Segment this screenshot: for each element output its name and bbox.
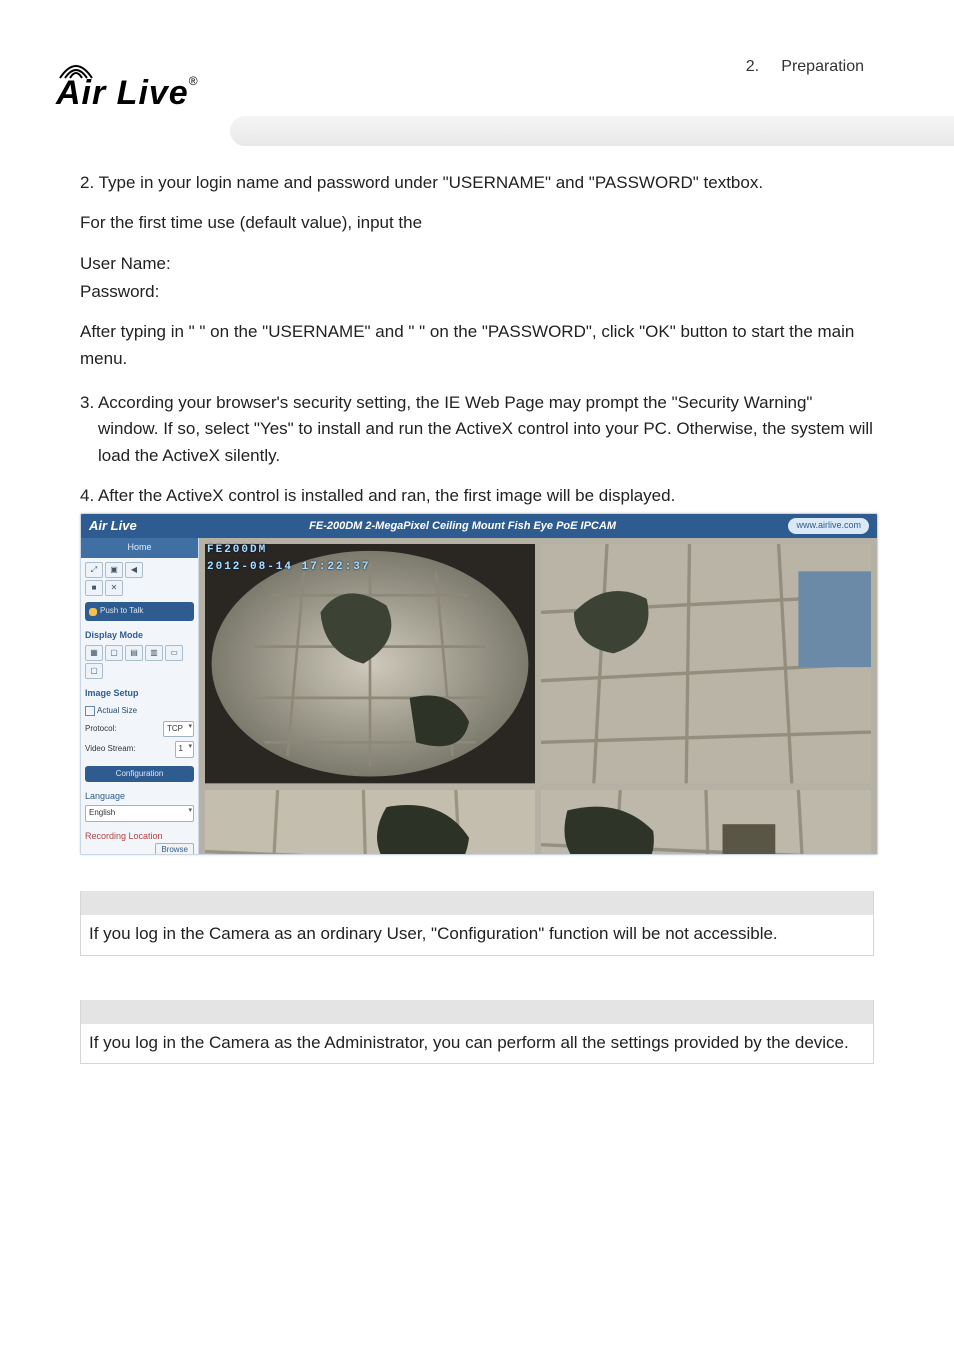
app-url[interactable]: www.airlive.com [788, 518, 869, 534]
video-pane-1[interactable] [205, 544, 535, 783]
admin-note-text: If you log in the Camera as the Administ… [81, 1024, 873, 1064]
chapter-title: Preparation [781, 58, 864, 75]
view-mode-4[interactable]: ▥ [145, 645, 163, 661]
ptt-label: Push to Talk [100, 605, 143, 617]
osd-overlay: FE200DM 2012-08-14 17:22:37 [207, 542, 370, 576]
brand-logo: Air Live® [56, 58, 236, 118]
mute-icon[interactable]: ✕ [105, 580, 123, 596]
app-title: FE-200DM 2-MegaPixel Ceiling Mount Fish … [137, 518, 789, 535]
stream-label: Video Stream: [85, 743, 136, 755]
browse-recording-button[interactable]: Browse [155, 843, 194, 855]
view-mode-2[interactable]: ▢ [105, 645, 123, 661]
header-chapter: 2. Preparation [746, 58, 864, 76]
user-note-box: If you log in the Camera as an ordinary … [80, 891, 874, 956]
app-brand: Air Live [89, 516, 137, 536]
first-use-line: For the first time use (default value), … [80, 210, 874, 236]
actual-size-checkbox[interactable]: Actual Size [85, 705, 194, 717]
video-pane-3[interactable] [205, 790, 535, 856]
video-pane-2[interactable] [541, 544, 871, 783]
stream-select[interactable]: 1 [175, 741, 194, 757]
mic-icon [89, 608, 97, 616]
image-setup-title: Image Setup [85, 687, 194, 701]
chapter-number: 2. [746, 58, 759, 75]
protocol-select[interactable]: TCP [163, 721, 194, 737]
header-divider [230, 116, 954, 146]
speaker-icon[interactable]: ◀ [125, 562, 143, 578]
language-select[interactable]: English [85, 805, 194, 821]
view-mode-5[interactable]: ▭ [165, 645, 183, 661]
view-mode-3[interactable]: ▤ [125, 645, 143, 661]
push-to-talk-button[interactable]: Push to Talk [85, 602, 194, 620]
info-box-header [81, 891, 873, 915]
app-sidebar: Home ⤢ ▣ ◀ ■ ✕ Push to Talk Display [81, 538, 199, 854]
app-topbar: Air Live FE-200DM 2-MegaPixel Ceiling Mo… [81, 514, 877, 538]
username-label: User Name: [80, 251, 874, 277]
protocol-label: Protocol: [85, 723, 117, 735]
brand-text: Air Live [56, 74, 189, 112]
view-mode-6[interactable]: ▢ [85, 663, 103, 679]
after-typing-line: After typing in " " on the "USERNAME" an… [80, 319, 874, 372]
configuration-tab[interactable]: Configuration [85, 766, 194, 782]
info-box-header [81, 1000, 873, 1024]
view-mode-1[interactable]: ▦ [85, 645, 103, 661]
user-note-text: If you log in the Camera as an ordinary … [81, 915, 873, 955]
video-pane-4[interactable] [541, 790, 871, 856]
osd-model: FE200DM [207, 542, 370, 559]
osd-datetime: 2012-08-14 17:22:37 [207, 559, 370, 576]
record-icon[interactable]: ■ [85, 580, 103, 596]
password-label: Password: [80, 279, 874, 305]
camera-icon[interactable]: ▣ [105, 562, 123, 578]
app-screenshot: Air Live FE-200DM 2-MegaPixel Ceiling Mo… [80, 513, 878, 855]
recording-location-label: Recording Location [85, 830, 194, 844]
registered-mark: ® [189, 74, 199, 88]
step-3: 3. According your browser's security set… [98, 390, 874, 469]
display-mode-title: Display Mode [85, 629, 194, 643]
actual-size-label: Actual Size [97, 705, 137, 717]
language-label: Language [85, 790, 194, 804]
home-tab[interactable]: Home [81, 538, 198, 558]
admin-note-box: If you log in the Camera as the Administ… [80, 1000, 874, 1065]
video-grid: FE200DM 2012-08-14 17:22:37 [199, 538, 877, 854]
expand-icon[interactable]: ⤢ [85, 562, 103, 578]
step-2-line: 2. Type in your login name and password … [80, 170, 874, 196]
step-4: 4. After the ActiveX control is installe… [80, 483, 874, 509]
